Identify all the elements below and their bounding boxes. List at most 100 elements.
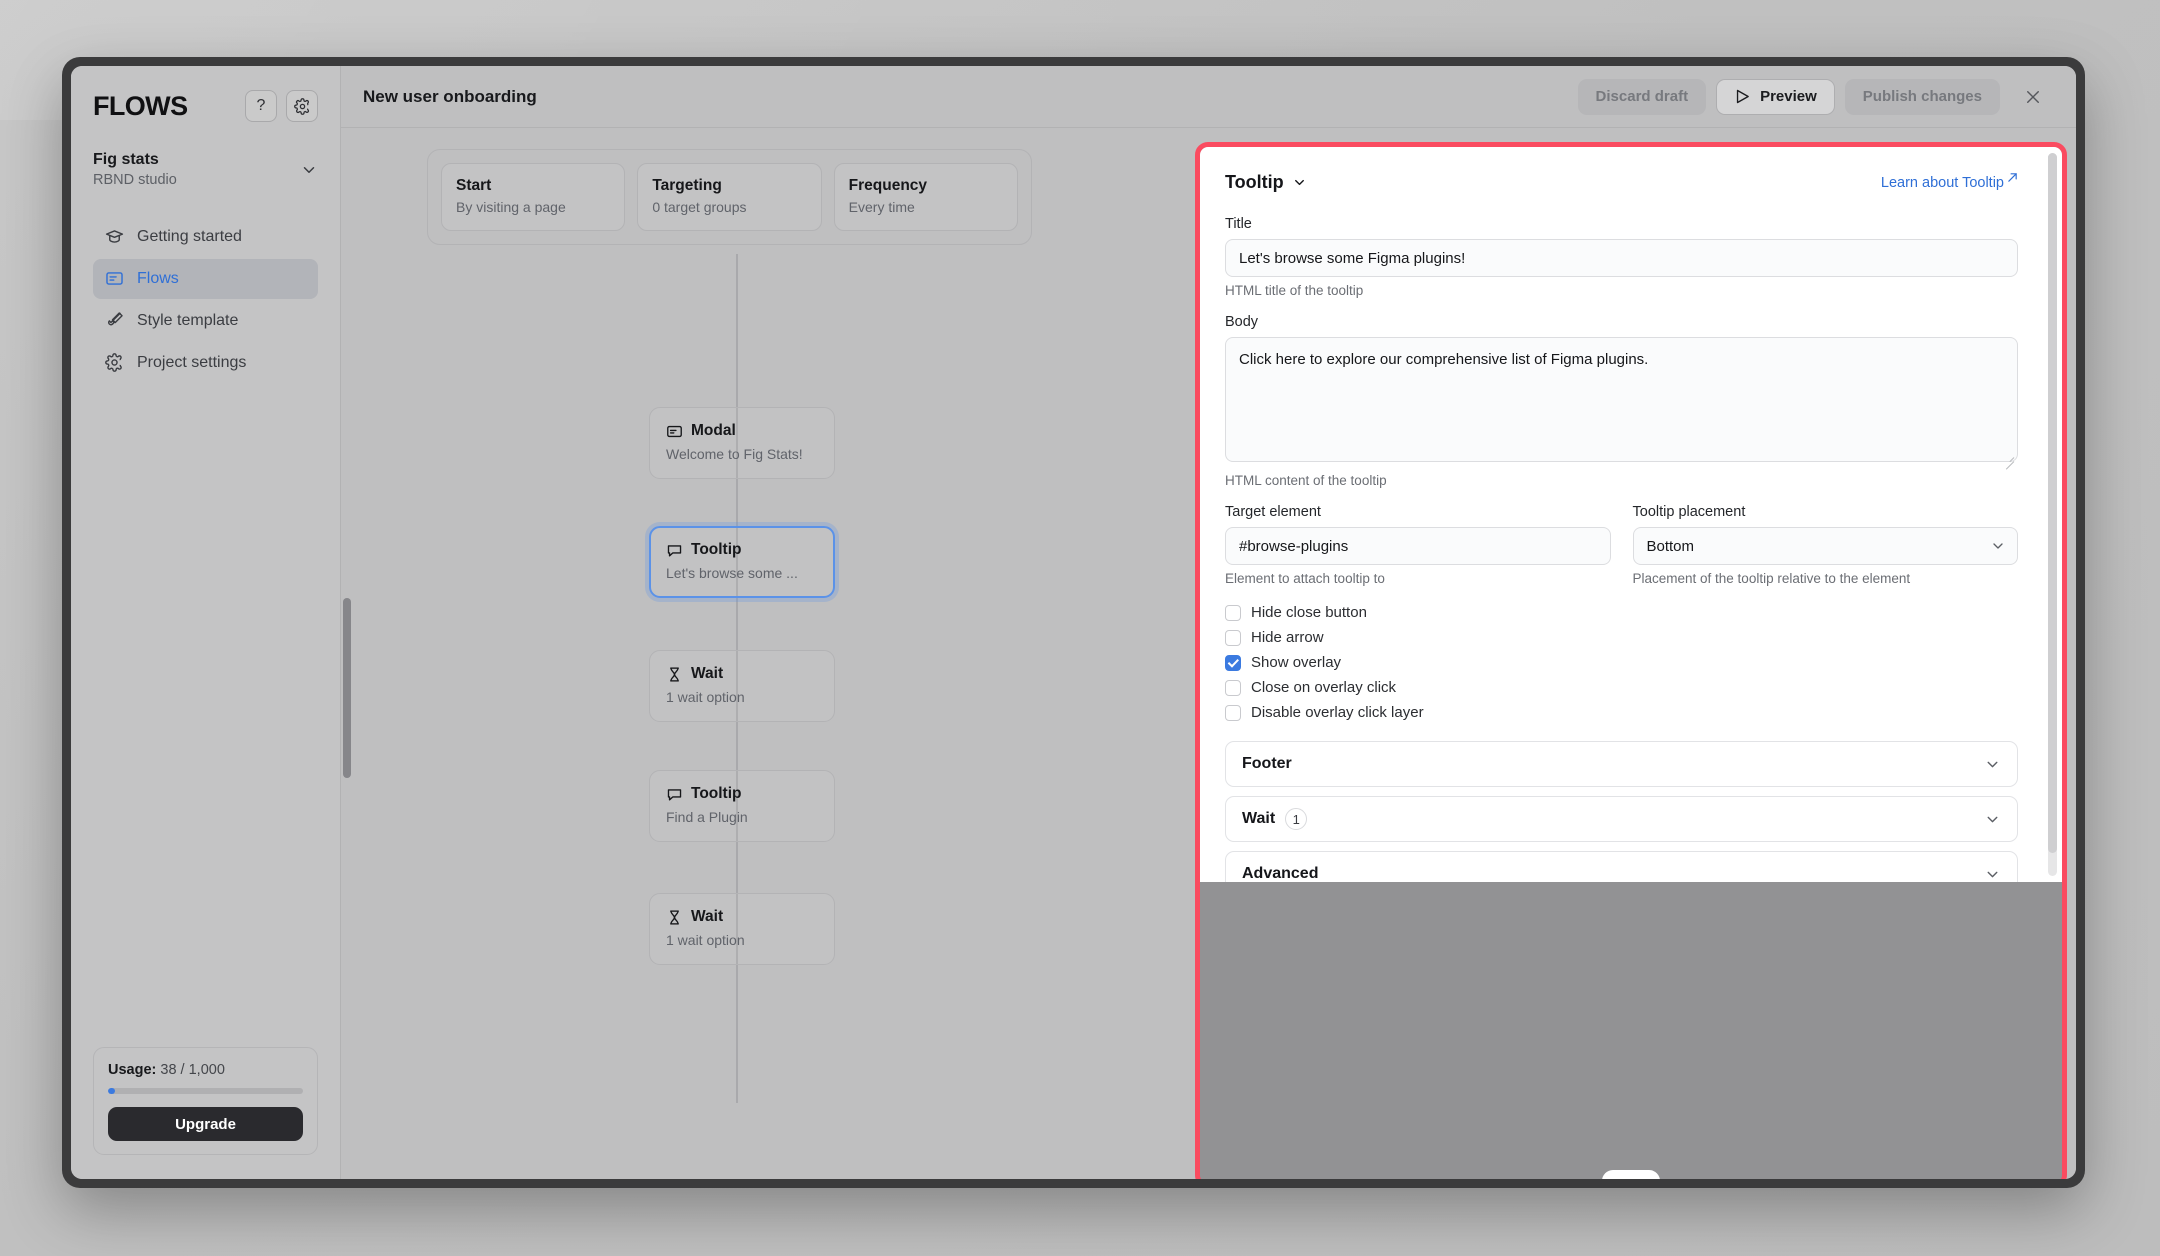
- usage-text: Usage: 38 / 1,000: [108, 1062, 303, 1078]
- checkbox-label: Hide close button: [1251, 604, 1367, 621]
- node-title: Wait: [691, 908, 724, 925]
- learn-about-tooltip-link[interactable]: Learn about Tooltip: [1881, 172, 2018, 191]
- checkbox-hide-close-button[interactable]: Hide close button: [1225, 604, 2032, 621]
- topbar-actions: Discard draft Preview Publish changes: [1577, 78, 2050, 115]
- close-icon[interactable]: [2016, 80, 2050, 114]
- body-textarea-wrap: Click here to explore our comprehensive …: [1225, 337, 2018, 467]
- frequency-card-subtitle: Every time: [848, 199, 915, 215]
- help-button[interactable]: ?: [245, 90, 277, 122]
- targeting-card[interactable]: Targeting 0 target groups: [637, 163, 822, 231]
- sidebar-item-getting-started[interactable]: Getting started: [93, 217, 318, 257]
- sidebar: FLOWS ? Fig stats RBND studio Getting st…: [71, 66, 341, 1179]
- body-field-label: Body: [1225, 314, 1259, 330]
- accordion-wait[interactable]: Wait 1: [1225, 796, 2018, 842]
- preview-button[interactable]: Preview: [1716, 78, 1835, 115]
- node-title: Modal: [691, 422, 736, 439]
- checkbox-hide-arrow[interactable]: Hide arrow: [1225, 629, 2032, 646]
- inspector-header: Tooltip Learn about Tooltip: [1225, 172, 2032, 193]
- tooltip-placement-hint: Placement of the tooltip relative to the…: [1632, 571, 1911, 586]
- target-element-input[interactable]: [1225, 527, 1611, 565]
- settings-button[interactable]: [286, 90, 318, 122]
- app-window: FLOWS ? Fig stats RBND studio Getting st…: [62, 57, 2085, 1188]
- gear-icon: [105, 353, 124, 372]
- tooltip-icon: [666, 542, 683, 559]
- checkbox-box[interactable]: [1225, 704, 1241, 721]
- sidebar-item-label: Project settings: [137, 353, 247, 371]
- body-textarea[interactable]: Click here to explore our comprehensive …: [1225, 337, 2018, 462]
- app-window-inner: FLOWS ? Fig stats RBND studio Getting st…: [71, 66, 2076, 1179]
- inspector-panel-scroll: Tooltip Learn about Tooltip Title Let's …: [1200, 147, 2062, 882]
- checkbox-close-on-overlay-click[interactable]: Close on overlay click: [1225, 679, 2032, 696]
- paintbrush-icon: [105, 311, 124, 330]
- checkbox-box[interactable]: [1225, 604, 1241, 621]
- discard-draft-button[interactable]: Discard draft: [1577, 78, 1707, 115]
- publish-changes-button[interactable]: Publish changes: [1844, 78, 2000, 115]
- target-element-group: Target element Element to attach tooltip…: [1225, 504, 1611, 586]
- brand-logo: FLOWS: [93, 90, 188, 121]
- node-header: Wait: [666, 908, 818, 926]
- canvas-scrollbar[interactable]: [343, 598, 351, 778]
- accordion-footer[interactable]: Footer: [1225, 741, 2018, 787]
- accordion-advanced[interactable]: Advanced: [1225, 851, 2018, 882]
- options-checkbox-list: Hide close button Hide arrow Show overla…: [1225, 604, 2032, 721]
- gear-icon: [293, 97, 311, 115]
- checkbox-show-overlay[interactable]: Show overlay: [1225, 654, 2032, 671]
- frequency-card[interactable]: Frequency Every time: [833, 163, 1018, 231]
- accordion-header-left: Wait 1: [1242, 808, 1308, 830]
- panel-dimmed-overlay: [1200, 882, 2062, 1179]
- workspace-text: Fig stats RBND studio: [93, 150, 177, 191]
- block-type-selector[interactable]: Tooltip: [1225, 172, 1307, 193]
- inspector-panel: Tooltip Learn about Tooltip Title Let's …: [1200, 147, 2062, 882]
- flow-node-wait-2[interactable]: Wait 1 wait option: [649, 893, 835, 965]
- question-mark-icon: ?: [256, 97, 266, 114]
- flow-node-wait-1[interactable]: Wait 1 wait option: [649, 650, 835, 722]
- panel-scrollbar-track[interactable]: [2048, 153, 2057, 876]
- checkbox-label: Disable overlay click layer: [1251, 704, 1424, 721]
- sidebar-header-actions: ?: [245, 90, 318, 122]
- accordion-header-left: Advanced: [1242, 865, 1318, 882]
- flow-node-modal[interactable]: Modal Welcome to Fig Stats!: [649, 407, 835, 479]
- sidebar-item-label: Flows: [137, 269, 179, 287]
- target-element-hint: Element to attach tooltip to: [1225, 571, 1385, 586]
- node-header: Tooltip: [666, 541, 818, 559]
- sidebar-item-project-settings[interactable]: Project settings: [93, 343, 318, 383]
- sidebar-item-style-template[interactable]: Style template: [93, 301, 318, 341]
- tooltip-placement-select[interactable]: Bottom: [1632, 527, 2018, 565]
- node-subtitle: 1 wait option: [666, 689, 745, 705]
- chevron-down-icon: [1984, 756, 2001, 773]
- checkbox-disable-overlay-click-layer[interactable]: Disable overlay click layer: [1225, 704, 2032, 721]
- accordion-title: Footer: [1242, 755, 1292, 772]
- node-title: Tooltip: [691, 785, 742, 802]
- targeting-card-subtitle: 0 target groups: [652, 199, 747, 215]
- tooltip-placement-label: Tooltip placement: [1632, 504, 1746, 520]
- inspector-panel-highlight: Tooltip Learn about Tooltip Title Let's …: [1195, 142, 2067, 1179]
- body-field-group: Body Click here to explore our comprehen…: [1225, 314, 2032, 488]
- flow-node-tooltip-selected[interactable]: Tooltip Let's browse some ...: [649, 526, 835, 598]
- frequency-card-title: Frequency: [848, 177, 928, 194]
- chevron-down-icon: [1984, 811, 2001, 828]
- checkbox-label: Close on overlay click: [1251, 679, 1397, 696]
- workspace-switcher[interactable]: Fig stats RBND studio: [93, 150, 318, 191]
- title-input[interactable]: [1225, 239, 2018, 277]
- sidebar-item-flows[interactable]: Flows: [93, 258, 318, 299]
- start-card[interactable]: Start By visiting a page: [441, 163, 626, 231]
- hourglass-icon: [666, 666, 683, 683]
- upgrade-button[interactable]: Upgrade: [108, 1107, 303, 1141]
- checkbox-box[interactable]: [1225, 679, 1241, 696]
- play-icon: [1734, 88, 1751, 105]
- sidebar-item-label: Getting started: [137, 227, 242, 245]
- title-field-hint: HTML title of the tooltip: [1225, 283, 1364, 298]
- graduation-cap-icon: [105, 227, 124, 246]
- node-subtitle: Let's browse some ...: [666, 565, 798, 581]
- tooltip-icon: [666, 786, 683, 803]
- target-placement-row: Target element Element to attach tooltip…: [1225, 504, 2032, 586]
- flow-node-tooltip-2[interactable]: Tooltip Find a Plugin: [649, 770, 835, 842]
- chevron-down-icon: [1292, 175, 1307, 190]
- node-subtitle: Welcome to Fig Stats!: [666, 446, 803, 462]
- panel-scrollbar-thumb[interactable]: [2048, 153, 2057, 853]
- checkbox-box[interactable]: [1225, 654, 1241, 671]
- start-card-title: Start: [456, 177, 492, 194]
- accordion-header-left: Footer: [1242, 755, 1292, 773]
- overlay-handle-nub[interactable]: [1602, 1170, 1660, 1179]
- checkbox-box[interactable]: [1225, 629, 1241, 646]
